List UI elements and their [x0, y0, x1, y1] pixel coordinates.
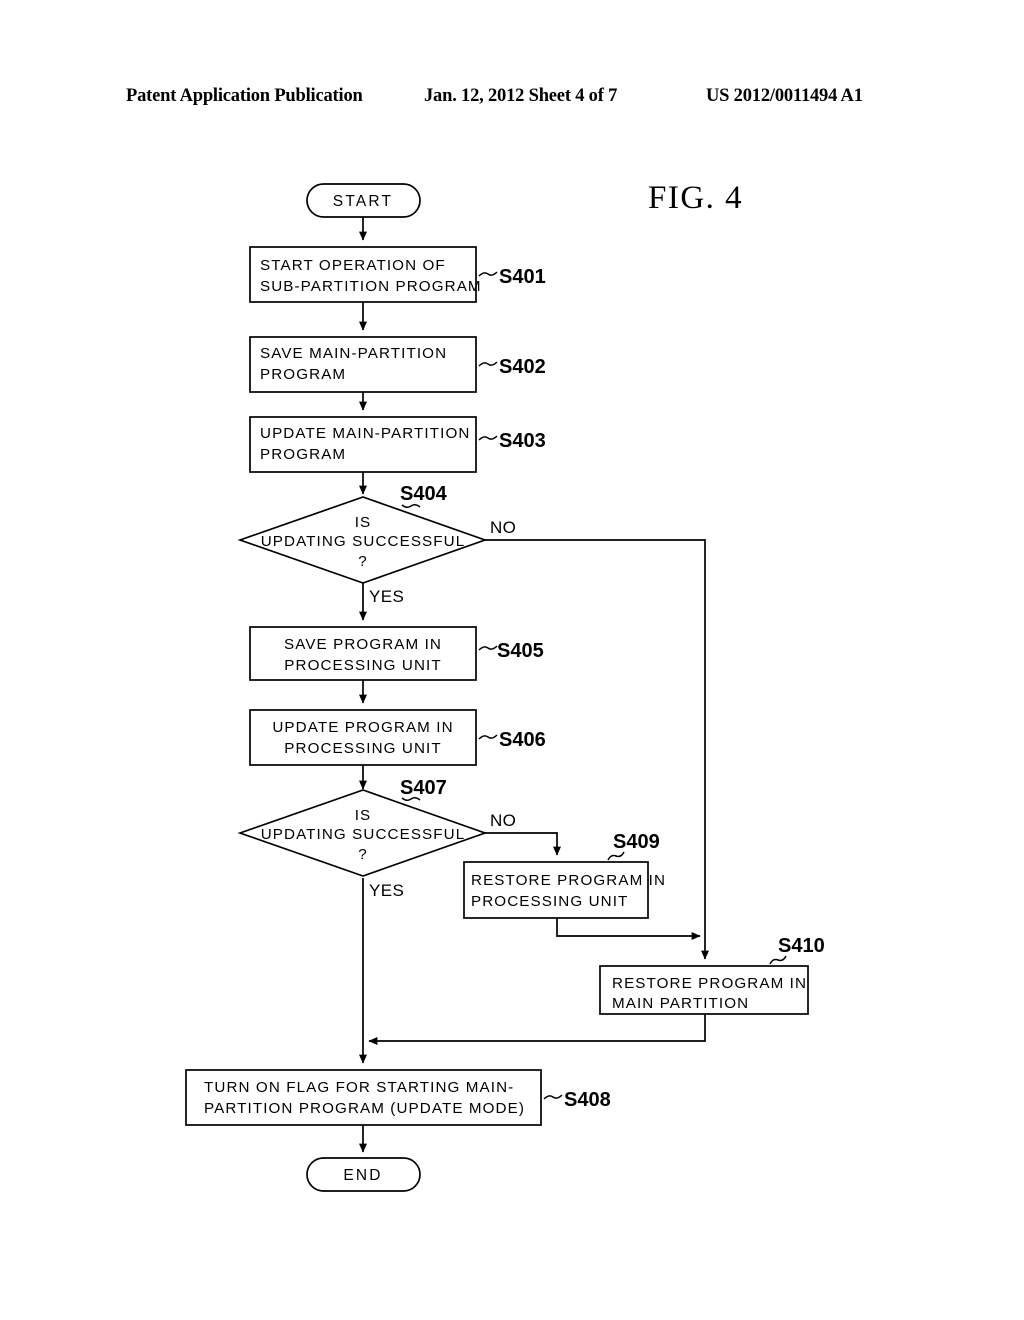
- node-s404-line2: UPDATING SUCCESSFUL: [261, 533, 466, 550]
- connector-s410-to-s408-path: [368, 1014, 706, 1045]
- node-s404-no-label: NO: [490, 518, 516, 537]
- node-s405-tag: S405: [497, 640, 544, 662]
- node-s405-line2: PROCESSING UNIT: [284, 657, 441, 674]
- node-s406[interactable]: UPDATE PROGRAM IN PROCESSING UNIT S406: [249, 709, 546, 766]
- node-s409-line2: PROCESSING UNIT: [471, 893, 628, 910]
- patent-page: Patent Application Publication Jan. 12, …: [0, 0, 1024, 1320]
- node-s404-yes-label: YES: [369, 587, 404, 606]
- node-s409-tag: S409: [613, 831, 660, 853]
- node-s406-line1: UPDATE PROGRAM IN: [272, 719, 453, 736]
- node-start[interactable]: START: [306, 183, 421, 218]
- node-s407-yes-label: YES: [369, 881, 404, 900]
- node-s402-line1: SAVE MAIN-PARTITION: [260, 345, 447, 362]
- connector-s409-to-s410-path: [556, 918, 701, 940]
- node-s407-tag: S407: [400, 777, 447, 799]
- flowchart-canvas: START START OPERATION OF SUB-PARTITION P…: [185, 183, 825, 1192]
- node-s404-line1: IS: [355, 514, 372, 531]
- node-s403-line1: UPDATE MAIN-PARTITION: [260, 425, 470, 442]
- node-s407-no-label: NO: [490, 811, 516, 830]
- node-s403-tag: S403: [499, 430, 546, 452]
- node-s405[interactable]: SAVE PROGRAM IN PROCESSING UNIT S405: [249, 626, 544, 681]
- node-s410[interactable]: RESTORE PROGRAM IN MAIN PARTITION S410: [599, 935, 825, 1015]
- node-s404[interactable]: IS UPDATING SUCCESSFUL ? S404 NO YES: [237, 483, 516, 606]
- node-s410-line2: MAIN PARTITION: [612, 995, 749, 1012]
- node-s401-line2: SUB-PARTITION PROGRAM: [260, 278, 482, 295]
- node-s404-line3: ?: [358, 553, 368, 570]
- node-end[interactable]: END: [306, 1157, 421, 1192]
- node-start-label: START: [333, 193, 393, 210]
- node-s404-tag: S404: [400, 483, 448, 505]
- node-s402-tag: S402: [499, 356, 546, 378]
- node-s410-line1: RESTORE PROGRAM IN: [612, 975, 807, 992]
- node-s401-line1: START OPERATION OF: [260, 257, 446, 274]
- node-s402-line2: PROGRAM: [260, 366, 346, 383]
- connector-s407-no-to-s409: [485, 832, 561, 856]
- node-s409[interactable]: RESTORE PROGRAM IN PROCESSING UNIT S409: [463, 831, 666, 919]
- node-end-label: END: [343, 1167, 382, 1184]
- node-s402[interactable]: SAVE MAIN-PARTITION PROGRAM S402: [249, 336, 546, 393]
- node-s408-tag: S408: [564, 1089, 611, 1111]
- node-s401[interactable]: START OPERATION OF SUB-PARTITION PROGRAM…: [249, 246, 546, 303]
- node-s408-line2: PARTITION PROGRAM (UPDATE MODE): [204, 1100, 525, 1117]
- node-s410-tag: S410: [778, 935, 825, 957]
- node-s403-line2: PROGRAM: [260, 446, 346, 463]
- node-s406-tag: S406: [499, 729, 546, 751]
- node-s407-line2: UPDATING SUCCESSFUL: [261, 826, 466, 843]
- node-s401-tag: S401: [499, 266, 546, 288]
- node-s409-line1: RESTORE PROGRAM IN: [471, 872, 666, 889]
- node-s408-line1: TURN ON FLAG FOR STARTING MAIN-: [204, 1079, 514, 1096]
- node-s405-line1: SAVE PROGRAM IN: [284, 636, 442, 653]
- node-s407-line3: ?: [358, 846, 368, 863]
- node-s403[interactable]: UPDATE MAIN-PARTITION PROGRAM S403: [249, 416, 546, 473]
- node-s406-line2: PROCESSING UNIT: [284, 740, 441, 757]
- node-s407-line1: IS: [355, 807, 372, 824]
- node-s408[interactable]: TURN ON FLAG FOR STARTING MAIN- PARTITIO…: [185, 1069, 611, 1126]
